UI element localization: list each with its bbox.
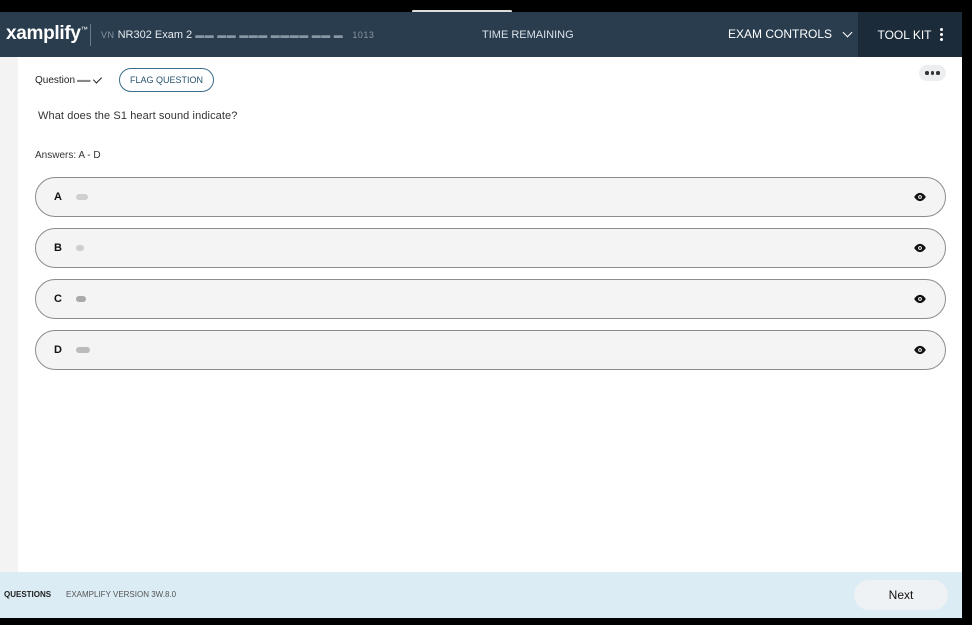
- answer-text: [76, 194, 88, 200]
- logo: xamplify™: [6, 23, 88, 44]
- exam-controls-dropdown[interactable]: EXAM CONTROLS: [728, 27, 853, 41]
- checkmark-icon: [92, 73, 103, 84]
- answer-option-d[interactable]: D: [35, 330, 946, 370]
- answer-text: [76, 296, 86, 302]
- answer-letter: A: [54, 191, 62, 203]
- kebab-menu-icon: [939, 28, 943, 41]
- toolkit-button[interactable]: TOOL KIT: [858, 12, 962, 57]
- time-remaining: TIME REMAINING: [482, 29, 574, 41]
- answer-text: [76, 347, 90, 353]
- exam-title: VN NR302 Exam 2 ▬▬ ▬▬ ▬▬▬ ▬▬▬▬ ▬▬ ▬ 1013: [101, 29, 375, 41]
- exam-screen: xamplify™ VN NR302 Exam 2 ▬▬ ▬▬ ▬▬▬ ▬▬▬▬…: [0, 12, 962, 618]
- exam-controls-label: EXAM CONTROLS: [728, 27, 833, 41]
- eye-icon[interactable]: [913, 191, 927, 203]
- answer-letter: C: [54, 293, 62, 305]
- answer-option-a[interactable]: A: [35, 177, 946, 217]
- answer-text: [76, 245, 84, 251]
- answer-letter: D: [54, 344, 62, 356]
- answers-label: Answers: A - D: [35, 150, 101, 161]
- answer-option-c[interactable]: C: [35, 279, 946, 319]
- left-rail: [0, 57, 18, 572]
- eye-icon[interactable]: [913, 293, 927, 305]
- flag-question-button[interactable]: FLAG QUESTION: [119, 68, 214, 92]
- header-divider: [90, 24, 91, 46]
- next-button[interactable]: Next: [854, 580, 948, 610]
- questions-count[interactable]: QUESTIONS: [4, 590, 51, 599]
- eye-icon[interactable]: [913, 242, 927, 254]
- toolkit-label: TOOL KIT: [877, 27, 932, 42]
- footer-bar: QUESTIONS EXAMPLIFY VERSION 3W.8.0 Next: [0, 572, 962, 618]
- top-header: xamplify™ VN NR302 Exam 2 ▬▬ ▬▬ ▬▬▬ ▬▬▬▬…: [0, 12, 962, 57]
- eye-icon[interactable]: [913, 344, 927, 356]
- answer-letter: B: [54, 242, 62, 254]
- more-horizontal-icon: [925, 71, 929, 75]
- question-text: What does the S1 heart sound indicate?: [38, 110, 238, 122]
- chevron-down-icon: [842, 27, 853, 37]
- version-label: EXAMPLIFY VERSION 3W.8.0: [66, 590, 177, 599]
- question-label: Question ▬▬: [35, 73, 103, 86]
- more-options-button[interactable]: [919, 65, 946, 81]
- answer-option-b[interactable]: B: [35, 228, 946, 268]
